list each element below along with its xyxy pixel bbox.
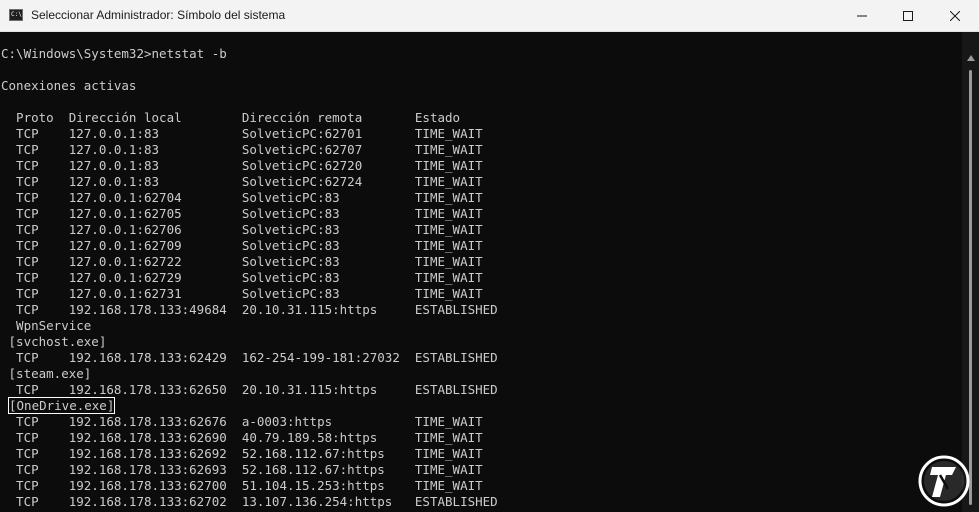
console-line: TCP 192.168.178.133:62700 51.104.15.253:… (1, 478, 483, 493)
console-line: TCP 192.168.178.133:62676 a-0003:https T… (1, 414, 483, 429)
console-line: TCP 192.168.178.133:62429 162-254-199-18… (1, 350, 498, 365)
console-line-selected: [OneDrive.exe] (7, 397, 116, 414)
console-output[interactable]: C:\Windows\System32>netstat -b Conexione… (0, 32, 962, 512)
console-line: TCP 127.0.0.1:62709 SolveticPC:83 TIME_W… (1, 238, 483, 253)
section-heading: Conexiones activas (1, 78, 137, 93)
console-line: TCP 192.168.178.133:49684 20.10.31.115:h… (1, 302, 498, 317)
console-line: TCP 127.0.0.1:83 SolveticPC:62707 TIME_W… (1, 142, 483, 157)
console-line: TCP 127.0.0.1:62706 SolveticPC:83 TIME_W… (1, 222, 483, 237)
vertical-scrollbar[interactable] (962, 32, 979, 512)
console-line: TCP 192.168.178.133:62702 13.107.136.254… (1, 494, 498, 509)
command-prompt-window: C:\ Seleccionar Administrador: Símbolo d… (0, 0, 979, 512)
title-bar[interactable]: C:\ Seleccionar Administrador: Símbolo d… (0, 0, 979, 32)
console-line: [steam.exe] (1, 366, 92, 381)
console-line: TCP 127.0.0.1:62731 SolveticPC:83 TIME_W… (1, 286, 483, 301)
maximize-button[interactable] (885, 0, 931, 31)
console-line: WpnService (1, 318, 92, 333)
console-line: TCP 127.0.0.1:83 SolveticPC:62720 TIME_W… (1, 158, 483, 173)
console-line: TCP 192.168.178.133:62692 52.168.112.67:… (1, 446, 483, 461)
close-icon (950, 10, 960, 21)
scroll-thumb[interactable] (969, 70, 972, 505)
minimize-button[interactable] (839, 0, 885, 31)
scroll-up-button[interactable] (965, 53, 976, 63)
close-button[interactable] (931, 0, 979, 31)
maximize-icon (903, 10, 913, 21)
console-line: [svchost.exe] (1, 334, 107, 349)
console-line: TCP 127.0.0.1:83 SolveticPC:62724 TIME_W… (1, 174, 483, 189)
console-line: TCP 192.168.178.133:62650 20.10.31.115:h… (1, 382, 498, 397)
console-app-icon[interactable]: C:\ (9, 9, 23, 21)
console-line: TCP 127.0.0.1:62704 SolveticPC:83 TIME_W… (1, 190, 483, 205)
console-line: TCP 192.168.178.133:62693 52.168.112.67:… (1, 462, 483, 477)
watermark-logo-icon (918, 455, 970, 507)
scroll-up-arrow-icon (966, 55, 975, 61)
selected-text[interactable]: [OneDrive.exe] (7, 397, 116, 414)
console-line: TCP 127.0.0.1:62722 SolveticPC:83 TIME_W… (1, 254, 483, 269)
console-line: TCP 127.0.0.1:62705 SolveticPC:83 TIME_W… (1, 206, 483, 221)
column-header-line: Proto Dirección local Dirección remota E… (1, 110, 461, 125)
console-line: TCP 127.0.0.1:62729 SolveticPC:83 TIME_W… (1, 270, 483, 285)
window-title: Seleccionar Administrador: Símbolo del s… (31, 8, 286, 22)
minimize-icon (857, 15, 867, 16)
console-line: TCP 192.168.178.133:62690 40.79.189.58:h… (1, 430, 483, 445)
prompt-line: C:\Windows\System32>netstat -b (1, 46, 227, 61)
console-line: TCP 127.0.0.1:83 SolveticPC:62701 TIME_W… (1, 126, 483, 141)
